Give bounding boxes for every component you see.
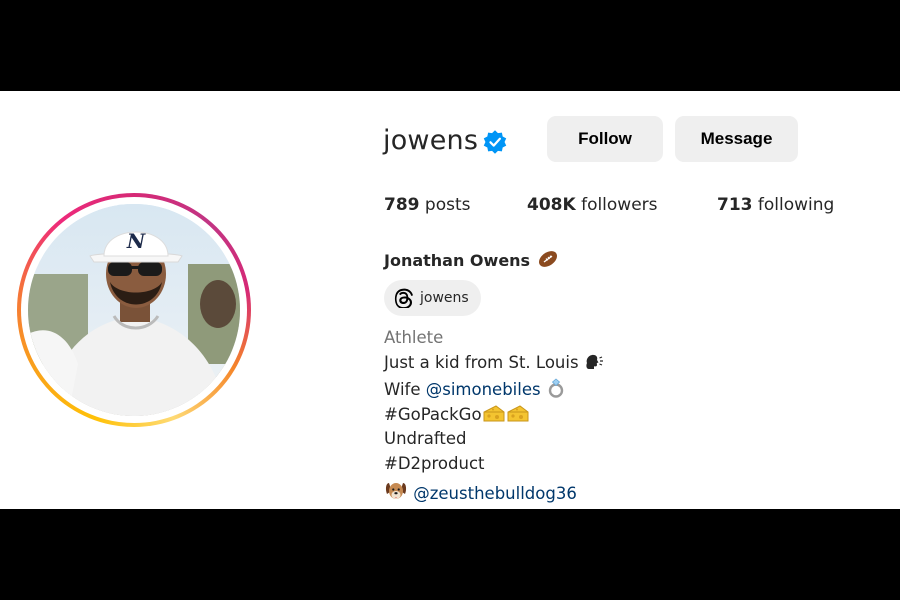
following-count[interactable]: 713 following <box>717 195 834 215</box>
cheese-icon <box>507 405 529 422</box>
profile-avatar[interactable]: N <box>28 204 240 416</box>
threads-link[interactable]: jowens <box>384 280 481 316</box>
bio-line: Just a kid from St. Louis <box>384 353 604 372</box>
story-ring[interactable]: N <box>17 193 251 427</box>
followers-count[interactable]: 408K followers <box>527 195 658 215</box>
svg-text:N: N <box>126 229 146 253</box>
mention-link[interactable]: @zeusthebulldog36 <box>413 484 577 503</box>
full-name: Jonathan Owens <box>384 249 560 270</box>
posts-label: posts <box>424 195 471 215</box>
bio-line: #GoPackGo <box>384 403 530 424</box>
mention-link[interactable]: @simonebiles <box>426 380 541 399</box>
threads-icon <box>394 288 413 308</box>
hashtag-link[interactable]: #GoPackGo <box>384 405 482 424</box>
follow-button[interactable]: Follow <box>547 116 663 162</box>
category-label: Athlete <box>384 328 444 347</box>
threads-handle: jowens <box>420 290 469 306</box>
verified-badge-icon <box>483 130 507 154</box>
avatar-photo: N <box>28 204 240 416</box>
following-label: following <box>757 195 835 215</box>
following-number: 713 <box>717 195 753 215</box>
ring-icon <box>548 378 564 398</box>
dog-icon <box>385 483 407 499</box>
posts-count: 789 posts <box>384 195 470 215</box>
bio-line: Undrafted <box>384 429 467 448</box>
cheese-icon <box>483 405 505 422</box>
bio-text: Wife <box>384 380 426 399</box>
followers-label: followers <box>581 195 658 215</box>
american-football-icon <box>538 251 557 267</box>
bio-text: Just a kid from St. Louis <box>384 353 579 372</box>
posts-number: 789 <box>384 195 420 215</box>
bio-line: @zeusthebulldog36 <box>384 480 577 503</box>
message-button[interactable]: Message <box>675 116 798 162</box>
profile-page: N jowens Follow Message 789 posts 408K f… <box>0 91 900 509</box>
bio-line: #D2product <box>384 454 485 473</box>
username[interactable]: jowens <box>383 125 478 156</box>
speaking-head-icon <box>586 354 603 369</box>
followers-number: 408K <box>527 195 576 215</box>
full-name-text: Jonathan Owens <box>384 251 531 270</box>
bio-line: Wife @simonebiles <box>384 378 566 399</box>
